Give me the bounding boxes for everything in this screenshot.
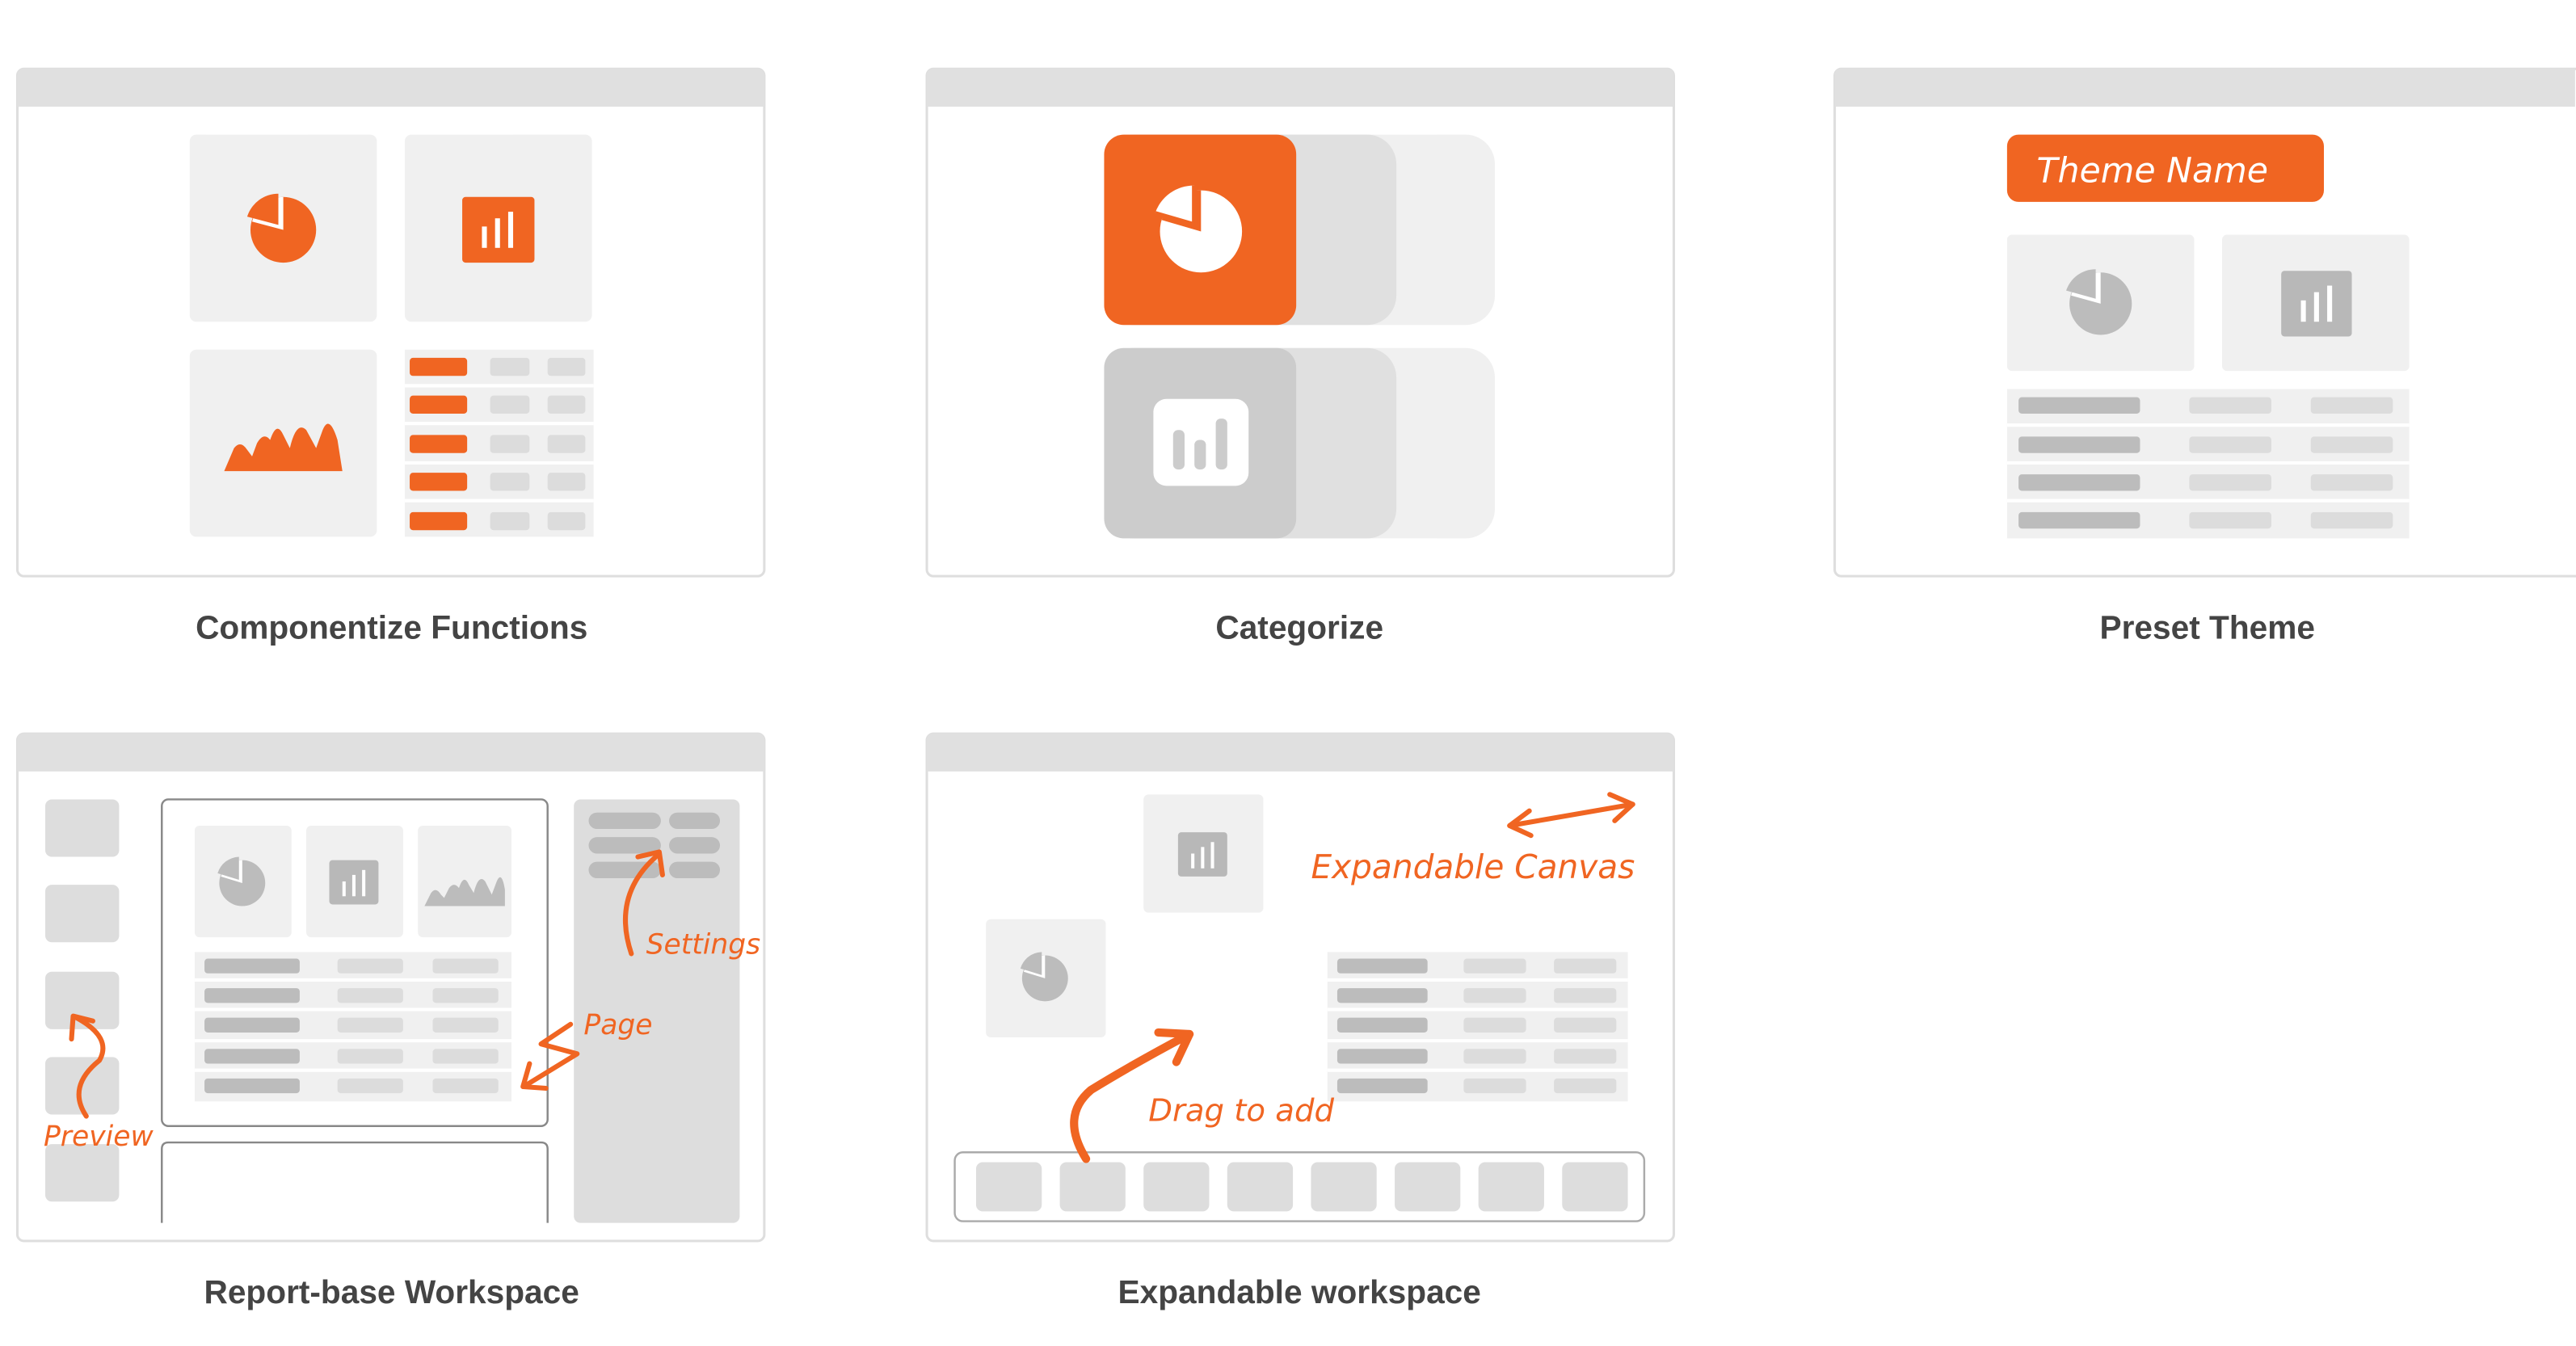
caption-report-workspace: Report-base Workspace	[204, 1273, 579, 1310]
card-expandable-workspace: Expandable Canvas Drag to add Expandable…	[925, 732, 1675, 1310]
bar-chart-icon	[1153, 398, 1249, 486]
drag-to-add-annotation: Drag to add	[1148, 1093, 1334, 1129]
bar-chart-icon	[462, 196, 535, 263]
preview-thumbnail[interactable]	[44, 885, 120, 943]
card-report-workspace: Settings Page Preview Report-base Worksp…	[15, 732, 766, 1310]
page-annotation: Page	[583, 1009, 652, 1041]
theme-name-label: Theme Name	[2036, 151, 2268, 191]
preview-annotation: Preview	[44, 1121, 154, 1153]
window-titlebar	[17, 69, 764, 107]
tray-item[interactable]	[975, 1162, 1042, 1212]
expandable-canvas-annotation: Expandable Canvas	[1311, 848, 1635, 886]
table-component	[404, 349, 594, 537]
tray-item[interactable]	[1562, 1162, 1628, 1212]
card-preset-theme: Theme Name Preset Theme	[1833, 67, 2576, 646]
feature-overview: .cap { font-family: "Liberation Sans", "…	[15, 67, 2576, 1310]
window-titlebar	[17, 734, 764, 772]
table-component[interactable]	[1327, 952, 1628, 1102]
caption-componentize: Componentize Functions	[196, 608, 587, 646]
bar-chart-icon	[1177, 832, 1227, 877]
window-titlebar	[927, 69, 1674, 107]
caption-expandable-workspace: Expandable workspace	[1118, 1273, 1481, 1310]
tray-item[interactable]	[1143, 1162, 1210, 1212]
table-component	[194, 952, 512, 1102]
tray-item[interactable]	[1395, 1162, 1461, 1212]
tray-item[interactable]	[1059, 1162, 1126, 1212]
tray-item[interactable]	[1478, 1162, 1544, 1212]
bar-chart-icon	[329, 860, 379, 905]
window-titlebar	[927, 734, 1674, 772]
settings-annotation: Settings	[646, 928, 761, 961]
card-componentize: Componentize Functions	[15, 67, 766, 646]
caption-preset-theme: Preset Theme	[2100, 608, 2315, 646]
report-page-next	[161, 1141, 549, 1223]
card-categorize: Categorize	[925, 67, 1675, 646]
tray-item[interactable]	[1311, 1162, 1377, 1212]
caption-categorize: Categorize	[1215, 608, 1383, 646]
tray-item[interactable]	[1227, 1162, 1294, 1212]
preview-thumbnail[interactable]	[44, 799, 120, 857]
table-component	[2006, 389, 2410, 539]
window-titlebar	[1834, 69, 2575, 107]
bar-chart-icon	[2281, 271, 2352, 337]
